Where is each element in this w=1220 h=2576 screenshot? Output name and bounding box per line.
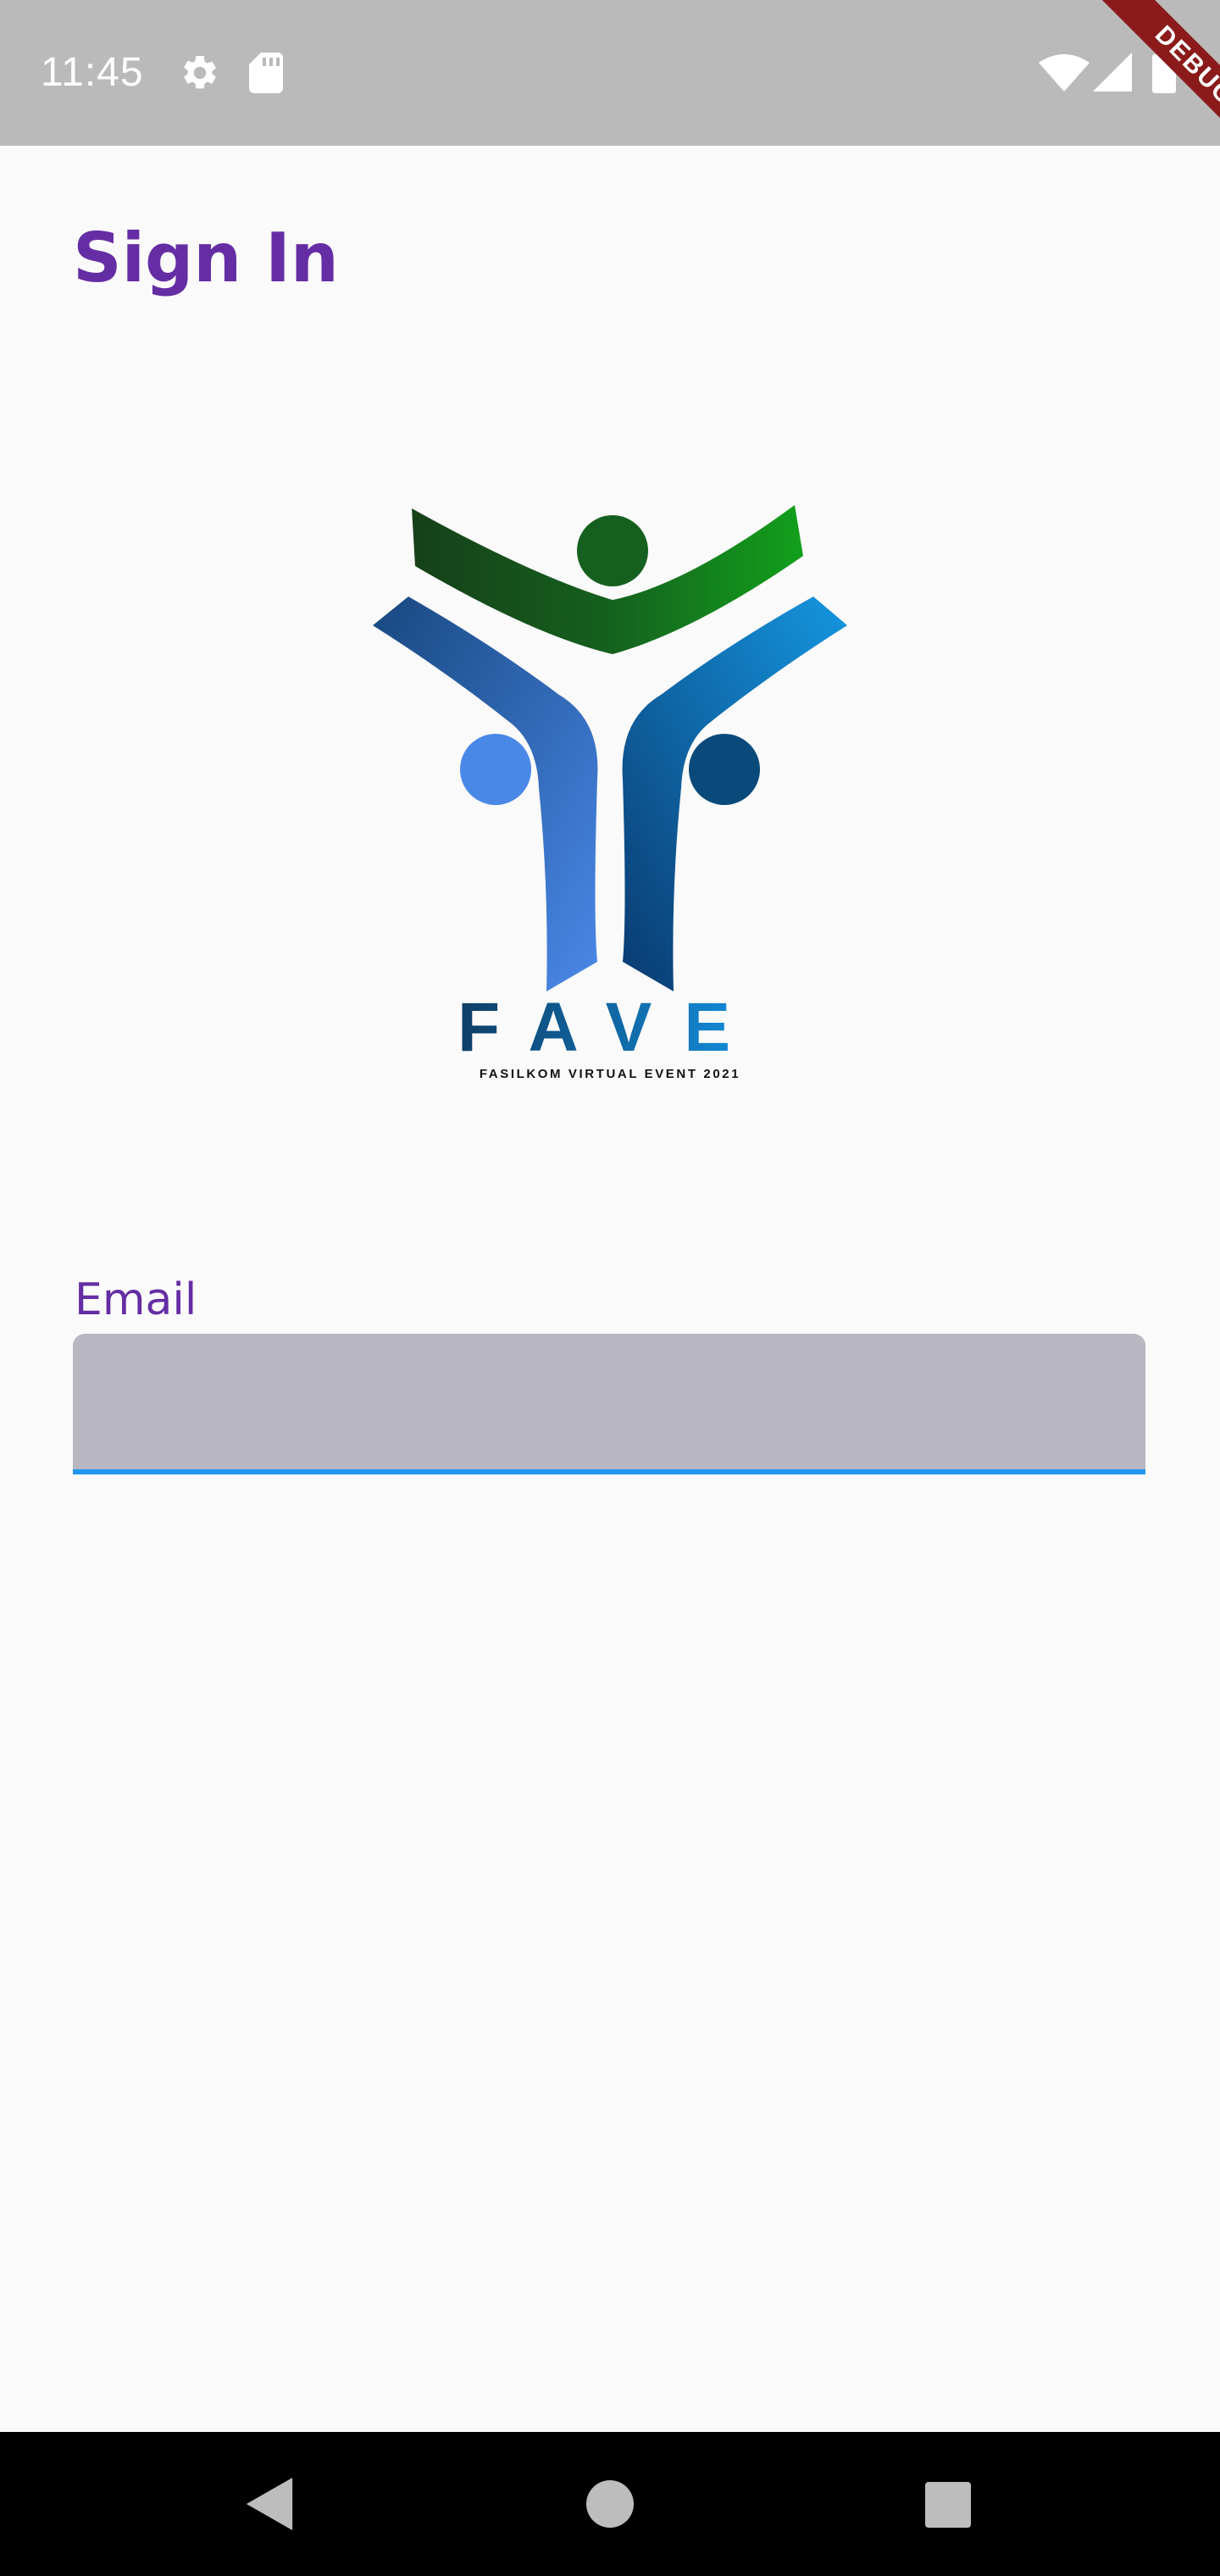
logo-tagline: FASILKOM VIRTUAL EVENT 2021	[480, 1067, 740, 1081]
logo-wordmark: FAVE	[458, 989, 762, 1066]
gear-icon	[184, 55, 216, 89]
page-title: Sign In	[73, 219, 339, 297]
email-label: Email	[75, 1274, 197, 1325]
status-time: 11:45	[41, 50, 144, 95]
email-field[interactable]	[73, 1334, 1145, 1474]
debug-banner-label: DEBUG	[1085, 0, 1220, 175]
fave-logo: FAVE FASILKOM VIRTUAL EVENT 2021	[373, 505, 847, 1081]
sd-card-icon	[249, 53, 283, 93]
home-icon[interactable]	[586, 2480, 634, 2528]
debug-banner: DEBUG	[1034, 0, 1220, 186]
recents-icon[interactable]	[925, 2482, 971, 2528]
back-icon[interactable]	[246, 2478, 293, 2530]
